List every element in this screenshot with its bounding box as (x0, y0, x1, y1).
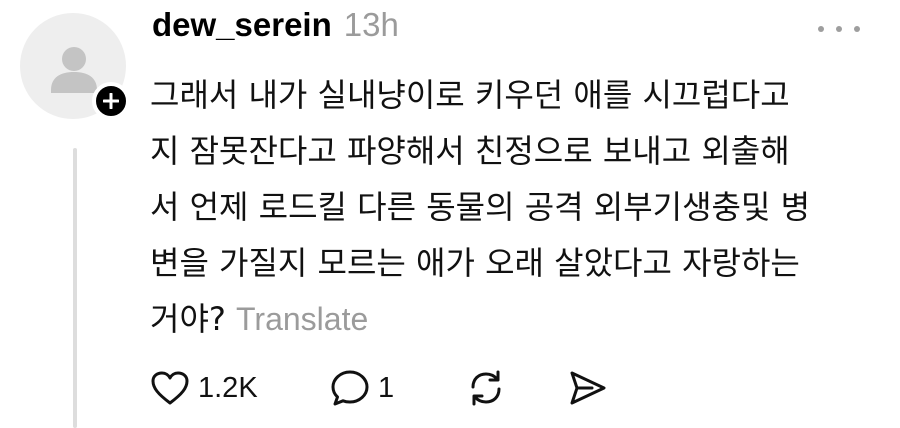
share-button[interactable] (568, 362, 608, 414)
post-text-line: 서 언제 로드킬 다른 동물의 공격 외부기생충및 병 (150, 188, 811, 226)
thread-line (73, 148, 77, 428)
post-text-end: 거야? (150, 300, 226, 338)
post-header: dew_serein 13h (152, 6, 399, 50)
heart-icon (151, 371, 189, 405)
send-icon (570, 371, 606, 405)
timestamp: 13h (343, 6, 399, 43)
follow-button[interactable] (92, 82, 130, 120)
post-text-line: 변을 가질지 모르는 애가 오래 살았다고 자랑하는 (150, 244, 800, 282)
plus-icon (103, 93, 119, 109)
repost-button[interactable] (466, 362, 506, 414)
post-text-line: 그래서 내가 실내냥이로 키우던 애를 시끄럽다고 (150, 76, 790, 114)
comment-bubble-icon (331, 370, 369, 406)
like-count: 1.2K (198, 371, 258, 404)
username[interactable]: dew_serein (152, 6, 332, 44)
post-text: 그래서 내가 실내냥이로 키우던 애를 시끄럽다고 지 잠못잔다고 파양해서 친… (150, 67, 855, 347)
post-text-line: 지 잠못잔다고 파양해서 친정으로 보내고 외출해 (150, 132, 790, 170)
translate-link[interactable]: Translate (236, 301, 368, 337)
more-dots-icon[interactable] (818, 22, 860, 36)
like-button[interactable]: 1.2K (150, 362, 258, 414)
post-text-last-line: 거야? Translate (150, 291, 855, 347)
reply-button[interactable]: 1 (330, 362, 394, 414)
repost-icon (471, 370, 501, 406)
reply-count: 1 (378, 371, 395, 404)
